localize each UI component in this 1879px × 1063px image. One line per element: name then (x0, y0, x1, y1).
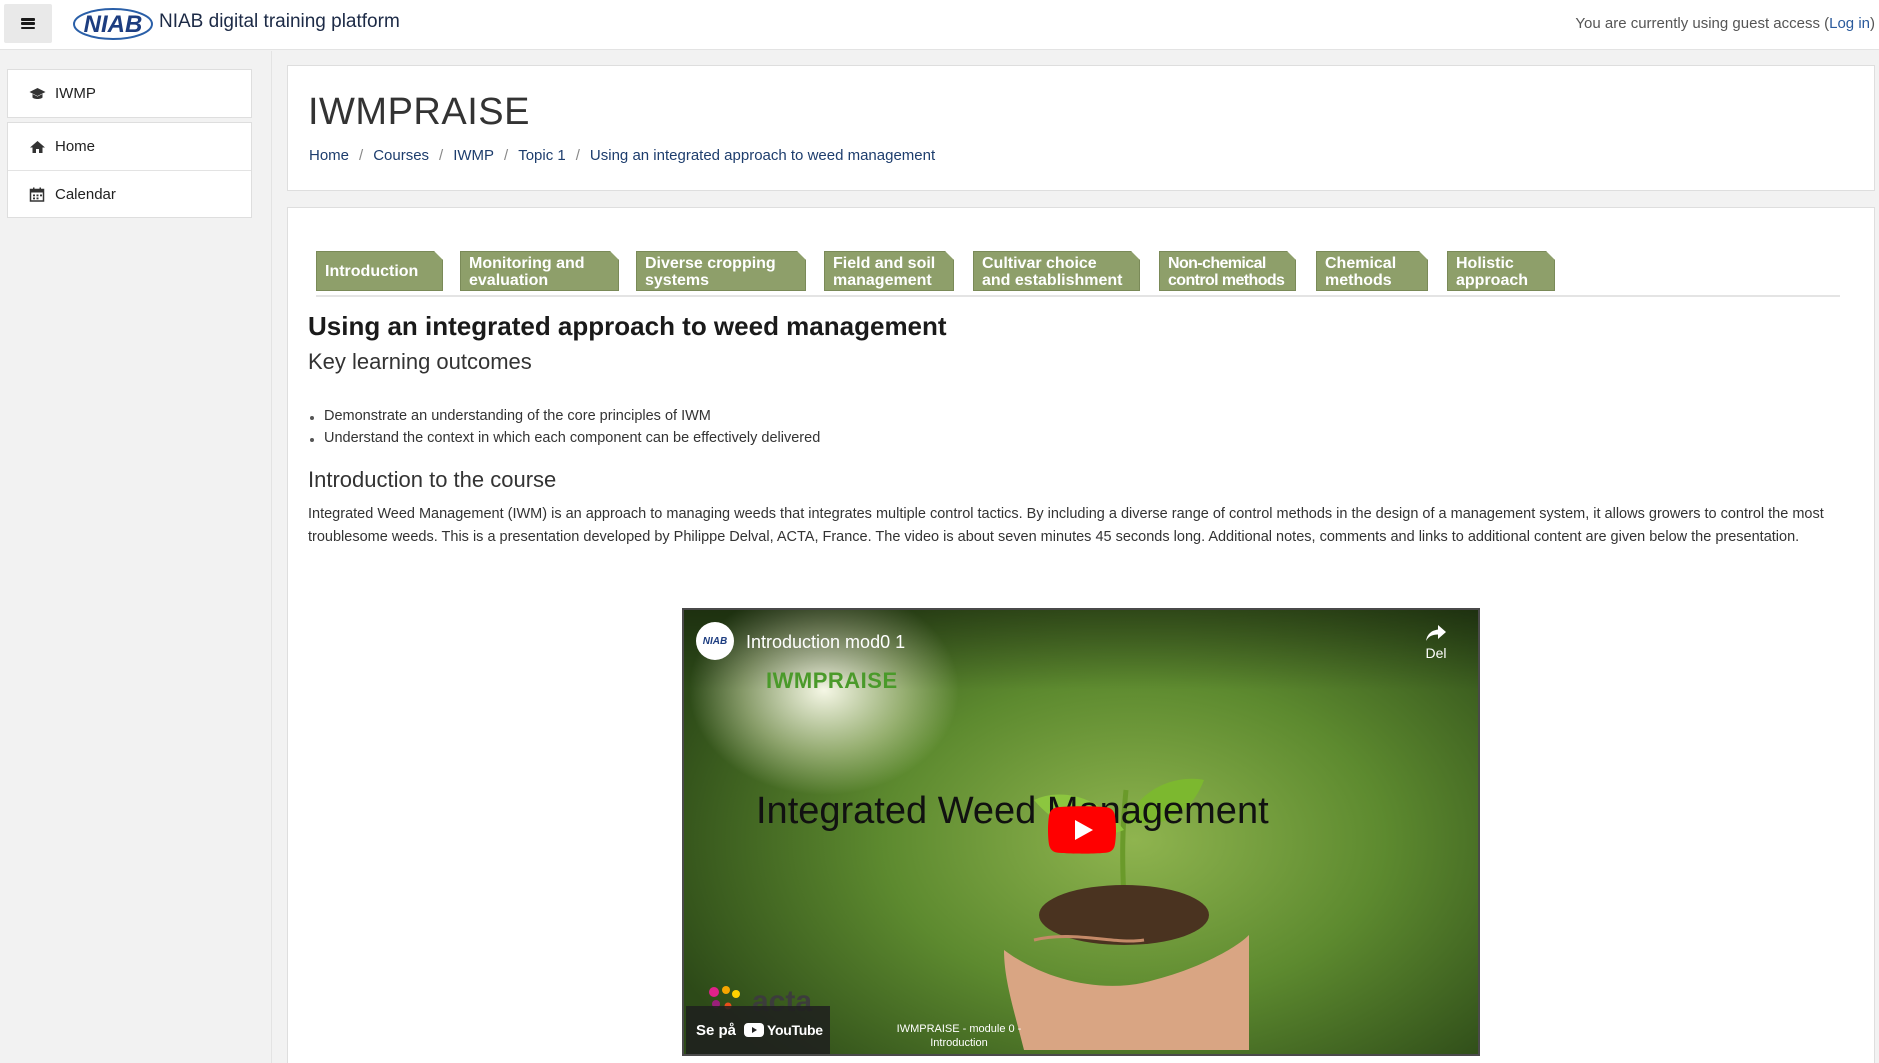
breadcrumb: Home / Courses / IWMP / Topic 1/ Using an i… (309, 147, 936, 164)
top-navbar: NIAB NIAB digital training platform You … (0, 0, 1879, 50)
drawer-item-course[interactable]: IWMP (8, 70, 251, 117)
drawer-course-block: IWMP (7, 69, 252, 118)
login-link[interactable]: Log in (1829, 15, 1870, 32)
svg-text:NIAB: NIAB (84, 11, 143, 38)
drawer-item-calendar[interactable]: Calendar (8, 170, 251, 217)
breadcrumb-topic[interactable]: Topic 1 (518, 147, 566, 164)
watch-on-youtube-button[interactable]: Se på YouTube (686, 1006, 830, 1054)
calendar-icon (29, 187, 45, 202)
channel-avatar[interactable]: NIAB (696, 622, 734, 660)
youtube-logo-icon (744, 1023, 765, 1037)
breadcrumb-courses[interactable]: Courses (373, 147, 429, 164)
video-caption: IWMPRAISE - module 0 - Introduction (896, 1023, 1022, 1049)
tab-non-chemical-control[interactable]: Non-chemical control methods (1159, 251, 1296, 291)
video-headline: Integrated Weed Management (756, 790, 1269, 832)
tab-monitoring-and-evaluation[interactable]: Monitoring and evaluation (460, 251, 619, 291)
intro-heading: Introduction to the course (308, 467, 557, 492)
section-heading: Using an integrated approach to weed man… (308, 311, 947, 341)
outcomes-heading: Key learning outcomes (308, 349, 532, 374)
menu-toggle-button[interactable] (4, 4, 52, 43)
graduation-cap-icon (29, 87, 46, 99)
breadcrumb-current-page[interactable]: Using an integrated approach to weed man… (590, 147, 935, 164)
iwmpraise-logo: IWMPRAISE (766, 668, 898, 693)
share-icon (1426, 625, 1446, 641)
breadcrumb-course[interactable]: IWMP (453, 147, 494, 164)
intro-paragraph: Integrated Weed Management (IWM) is an a… (308, 506, 1824, 545)
guest-access-notice: You are currently using guest access (Lo… (1575, 15, 1875, 32)
tab-holistic-approach[interactable]: Holistic approach (1447, 251, 1555, 291)
learning-outcomes-list: Demonstrate an understanding of the core… (308, 408, 820, 452)
nav-drawer: IWMP Home Calendar (0, 51, 272, 1063)
main-content: Introduction Monitoring and evaluation Di… (287, 207, 1875, 1063)
home-icon (30, 140, 45, 153)
drawer-main-block: Home Calendar (7, 122, 252, 218)
list-item: Demonstrate an understanding of the core… (308, 408, 820, 430)
tab-cultivar-choice[interactable]: Cultivar choice and establishment (973, 251, 1140, 291)
video-title[interactable]: Introduction mod0 1 (746, 632, 905, 653)
drawer-item-home[interactable]: Home (8, 123, 251, 170)
play-button-icon[interactable] (1048, 806, 1116, 854)
tab-introduction[interactable]: Introduction (316, 251, 443, 291)
share-button[interactable]: Del (1416, 624, 1456, 661)
site-title[interactable]: NIAB digital training platform (159, 11, 400, 33)
youtube-video-embed[interactable]: NIAB Introduction mod0 1 Del IWMPRAISE I… (682, 608, 1480, 1056)
tab-chemical-methods[interactable]: Chemical methods (1316, 251, 1428, 291)
hamburger-icon (21, 18, 35, 29)
tab-field-and-soil-management[interactable]: Field and soil management (824, 251, 954, 291)
topic-tabs: Introduction Monitoring and evaluation Di… (316, 245, 1840, 297)
page-header: IWMPRAISE Home / Courses / IWMP / Topic 1/ … (287, 65, 1875, 191)
tab-diverse-cropping-systems[interactable]: Diverse cropping systems (636, 251, 806, 291)
breadcrumb-home[interactable]: Home (309, 147, 349, 164)
niab-logo[interactable]: NIAB (72, 6, 154, 42)
page-title: IWMPRAISE (308, 91, 530, 133)
list-item: Understand the context in which each com… (308, 430, 820, 452)
